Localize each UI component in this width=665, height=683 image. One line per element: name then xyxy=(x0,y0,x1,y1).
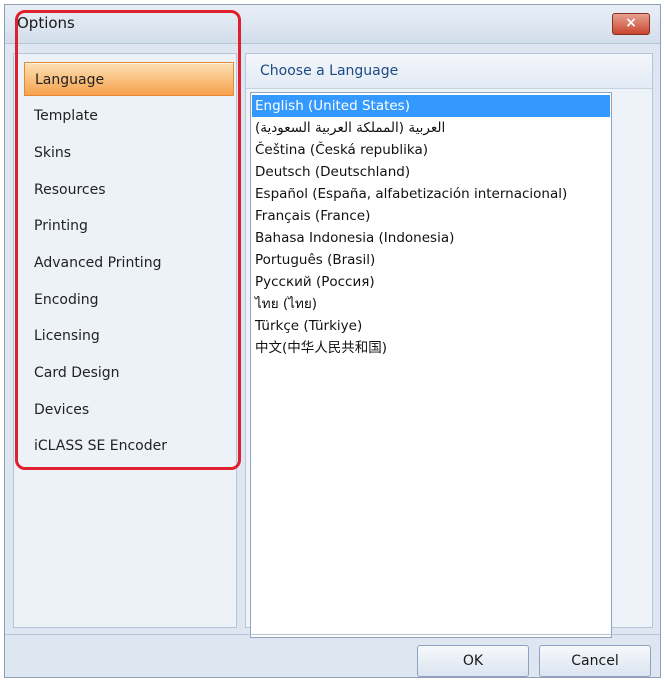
sidebar-item-template[interactable]: Template xyxy=(24,99,234,133)
close-icon: × xyxy=(625,15,637,31)
dialog-title: Options xyxy=(17,14,75,32)
language-list[interactable]: English (United States) (العربية (المملك… xyxy=(250,92,612,638)
language-item-indonesian[interactable]: Bahasa Indonesia (Indonesia) xyxy=(252,227,610,249)
sidebar-item-skins[interactable]: Skins xyxy=(24,136,234,170)
sidebar-item-advanced-printing[interactable]: Advanced Printing xyxy=(24,246,234,280)
sidebar-item-encoding[interactable]: Encoding xyxy=(24,283,234,317)
sidebar-item-label: Encoding xyxy=(34,292,99,308)
sidebar-item-label: Template xyxy=(34,108,98,124)
sidebar-item-label: iCLASS SE Encoder xyxy=(34,438,168,454)
language-item-russian[interactable]: Русский (Россия) xyxy=(252,271,610,293)
close-button[interactable]: × xyxy=(612,13,650,35)
panel-header: Choose a Language xyxy=(246,54,652,89)
options-dialog: Options × Language Template Skins Resour… xyxy=(4,4,661,678)
sidebar-item-licensing[interactable]: Licensing xyxy=(24,319,234,353)
language-item-czech[interactable]: Čeština (Česká republika) xyxy=(252,139,610,161)
language-item-thai[interactable]: ไทย (ไทย) xyxy=(252,293,610,315)
sidebar-item-label: Skins xyxy=(34,145,72,161)
title-bar: Options × xyxy=(5,5,660,44)
sidebar-item-label: Card Design xyxy=(34,365,120,381)
sidebar-item-label: Advanced Printing xyxy=(34,255,162,271)
options-sidebar: Language Template Skins Resources Printi… xyxy=(13,53,237,628)
language-item-arabic[interactable]: (العربية (المملكة العربية السعودية xyxy=(252,117,610,139)
footer-divider xyxy=(5,634,660,635)
sidebar-item-printing[interactable]: Printing xyxy=(24,209,234,243)
language-item-english[interactable]: English (United States) xyxy=(252,95,610,117)
sidebar-item-label: Devices xyxy=(34,402,90,418)
sidebar-item-iclass-se-encoder[interactable]: iCLASS SE Encoder xyxy=(24,429,234,463)
language-item-german[interactable]: Deutsch (Deutschland) xyxy=(252,161,610,183)
language-item-spanish[interactable]: Español (España, alfabetización internac… xyxy=(252,183,610,205)
language-item-turkish[interactable]: Türkçe (Türkiye) xyxy=(252,315,610,337)
sidebar-item-language[interactable]: Language xyxy=(24,62,234,96)
sidebar-item-label: Language xyxy=(35,72,105,88)
sidebar-item-card-design[interactable]: Card Design xyxy=(24,356,234,390)
language-panel: Choose a Language English (United States… xyxy=(245,53,653,638)
sidebar-item-resources[interactable]: Resources xyxy=(24,173,234,207)
sidebar-item-label: Printing xyxy=(34,218,88,234)
language-item-french[interactable]: Français (France) xyxy=(252,205,610,227)
sidebar-item-label: Licensing xyxy=(34,328,100,344)
language-item-portuguese[interactable]: Português (Brasil) xyxy=(252,249,610,271)
ok-button[interactable]: OK xyxy=(417,645,529,677)
language-item-chinese[interactable]: 中文(中华人民共和国) xyxy=(252,337,610,359)
cancel-button[interactable]: Cancel xyxy=(539,645,651,677)
sidebar-item-devices[interactable]: Devices xyxy=(24,393,234,427)
sidebar-item-label: Resources xyxy=(34,182,106,198)
